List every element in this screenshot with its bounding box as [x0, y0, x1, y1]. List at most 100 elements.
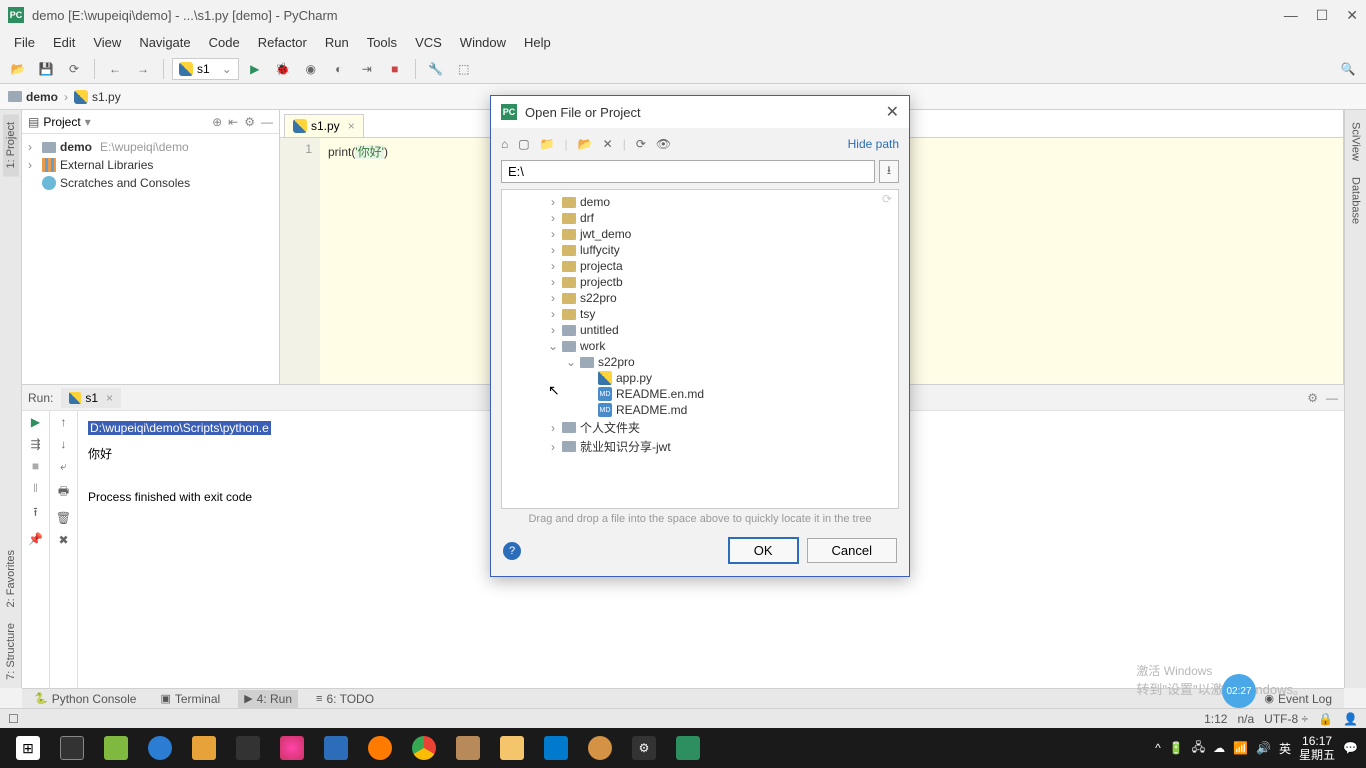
- print-icon[interactable]: 🖶: [58, 482, 69, 503]
- folder-icon[interactable]: 📂: [578, 137, 593, 151]
- dialog-tree-row[interactable]: ›就业知识分享-jwt: [502, 437, 898, 456]
- dialog-tree-row[interactable]: app.py: [502, 370, 898, 386]
- expand-icon[interactable]: ›: [548, 291, 558, 305]
- dialog-tree-row[interactable]: ›untitled: [502, 322, 898, 338]
- wrap-icon[interactable]: ⤶: [60, 459, 67, 474]
- show-hidden-icon[interactable]: 👁: [656, 137, 671, 151]
- target-icon[interactable]: ⊕: [212, 115, 222, 129]
- app-icon-8[interactable]: [580, 730, 620, 766]
- dialog-tree-row[interactable]: ›drf: [502, 210, 898, 226]
- search-icon[interactable]: 🔍: [1336, 57, 1360, 81]
- dialog-file-tree[interactable]: ⟳ ›demo›drf›jwt_demo›luffycity›projecta›…: [501, 189, 899, 509]
- taskbar-clock[interactable]: 16:17 星期五: [1299, 734, 1335, 763]
- status-na[interactable]: n/a: [1237, 712, 1254, 726]
- hide-icon[interactable]: —: [261, 115, 273, 129]
- tab-run[interactable]: ▶ 4: Run: [238, 690, 298, 708]
- vscode-icon[interactable]: [536, 730, 576, 766]
- expand-icon[interactable]: ›: [548, 211, 558, 225]
- expand-icon[interactable]: ⌄: [566, 355, 576, 369]
- status-position[interactable]: 1:12: [1204, 712, 1227, 726]
- maximize-button[interactable]: ☐: [1316, 7, 1329, 24]
- forward-icon[interactable]: →: [131, 57, 155, 81]
- hide-icon[interactable]: —: [1326, 391, 1338, 405]
- app-icon-2[interactable]: [140, 730, 180, 766]
- expand-icon[interactable]: ›: [548, 275, 558, 289]
- delete-icon[interactable]: ✕: [603, 137, 613, 151]
- tree-row-demo[interactable]: › demo E:\wupeiqi\demo: [22, 138, 279, 156]
- clear-icon[interactable]: 🗑: [56, 511, 71, 525]
- dialog-tree-row[interactable]: ›s22pro: [502, 290, 898, 306]
- dialog-tree-row[interactable]: ⌄work: [502, 338, 898, 354]
- pycharm-taskbar-icon[interactable]: [668, 730, 708, 766]
- menu-edit[interactable]: Edit: [45, 33, 83, 52]
- close-tab-icon[interactable]: ×: [348, 119, 355, 133]
- volume-icon[interactable]: 🔊: [1256, 741, 1271, 755]
- app-icon-6[interactable]: [316, 730, 356, 766]
- chrome-icon[interactable]: [404, 730, 444, 766]
- taskview-icon[interactable]: [52, 730, 92, 766]
- open-icon[interactable]: 📂: [6, 57, 30, 81]
- menu-vcs[interactable]: VCS: [407, 33, 450, 52]
- breadcrumb-folder[interactable]: demo: [8, 90, 58, 104]
- expand-icon[interactable]: ›: [548, 259, 558, 273]
- path-input[interactable]: [501, 160, 875, 183]
- tab-sciview[interactable]: SciView: [1348, 114, 1364, 169]
- dialog-close-icon[interactable]: ✕: [886, 102, 899, 122]
- stop-icon[interactable]: ■: [383, 57, 407, 81]
- tab-python-console[interactable]: 🐍 Python Console: [28, 690, 142, 708]
- expand-icon[interactable]: ›: [28, 140, 38, 154]
- refresh-icon[interactable]: ⟳: [636, 137, 646, 151]
- status-lock-icon[interactable]: 🔒: [1318, 712, 1333, 726]
- attach-icon[interactable]: ⇥: [355, 57, 379, 81]
- tab-todo[interactable]: ≡ 6: TODO: [310, 690, 380, 708]
- onedrive-icon[interactable]: ☁: [1213, 741, 1225, 755]
- expand-icon[interactable]: ›: [548, 421, 558, 435]
- dialog-tree-row[interactable]: ›luffycity: [502, 242, 898, 258]
- run-tab-s1[interactable]: s1 ×: [61, 388, 121, 408]
- start-button[interactable]: ⊞: [8, 730, 48, 766]
- dialog-tree-row[interactable]: ›jwt_demo: [502, 226, 898, 242]
- editor-tab-s1[interactable]: s1.py ×: [284, 114, 364, 137]
- dialog-tree-row[interactable]: ›个人文件夹: [502, 418, 898, 437]
- menu-view[interactable]: View: [85, 33, 129, 52]
- expand-icon[interactable]: ›: [548, 195, 558, 209]
- coverage-icon[interactable]: ◉: [299, 57, 323, 81]
- debug-icon[interactable]: 🐞: [271, 57, 295, 81]
- breadcrumb-file[interactable]: s1.py: [74, 90, 121, 104]
- new-folder-icon[interactable]: 📁: [540, 137, 555, 151]
- minimize-button[interactable]: —: [1284, 7, 1298, 24]
- menu-window[interactable]: Window: [452, 33, 514, 52]
- dialog-tree-row[interactable]: ⌄s22pro: [502, 354, 898, 370]
- explorer-icon[interactable]: [492, 730, 532, 766]
- wrench-icon[interactable]: 🔧: [424, 57, 448, 81]
- structure-icon[interactable]: ⬚: [452, 57, 476, 81]
- down-icon[interactable]: ↓: [61, 437, 67, 451]
- dialog-tree-row[interactable]: ›projectb: [502, 274, 898, 290]
- app-icon-5[interactable]: [272, 730, 312, 766]
- menu-refactor[interactable]: Refactor: [250, 33, 315, 52]
- run-config-selector[interactable]: s1 ⌄: [172, 58, 239, 80]
- close-button[interactable]: ✕: [1346, 7, 1358, 24]
- stop-icon[interactable]: ■: [32, 459, 39, 473]
- expand-icon[interactable]: ›: [548, 243, 558, 257]
- app-icon-3[interactable]: [184, 730, 224, 766]
- wifi-icon[interactable]: 📶: [1233, 741, 1248, 755]
- dialog-tree-row[interactable]: MDREADME.md: [502, 402, 898, 418]
- menu-help[interactable]: Help: [516, 33, 559, 52]
- gear-icon[interactable]: ⚙: [1307, 391, 1318, 405]
- project-tree[interactable]: › demo E:\wupeiqi\demo › External Librar…: [22, 134, 279, 384]
- close-tab-icon[interactable]: ×: [106, 391, 113, 405]
- tab-favorites[interactable]: 2: Favorites: [3, 542, 19, 615]
- menu-run[interactable]: Run: [317, 33, 357, 52]
- tab-database[interactable]: Database: [1348, 169, 1364, 232]
- menu-code[interactable]: Code: [201, 33, 248, 52]
- app-icon-1[interactable]: [96, 730, 136, 766]
- menu-navigate[interactable]: Navigate: [131, 33, 198, 52]
- expand-icon[interactable]: ›: [548, 323, 558, 337]
- status-encoding[interactable]: UTF-8 ÷: [1264, 712, 1308, 726]
- history-icon[interactable]: ⭳: [879, 160, 899, 183]
- tab-project[interactable]: 1: Project: [3, 114, 19, 176]
- run-icon[interactable]: ▶: [243, 57, 267, 81]
- expand-icon[interactable]: ›: [548, 307, 558, 321]
- tray-expand-icon[interactable]: ^: [1155, 741, 1161, 755]
